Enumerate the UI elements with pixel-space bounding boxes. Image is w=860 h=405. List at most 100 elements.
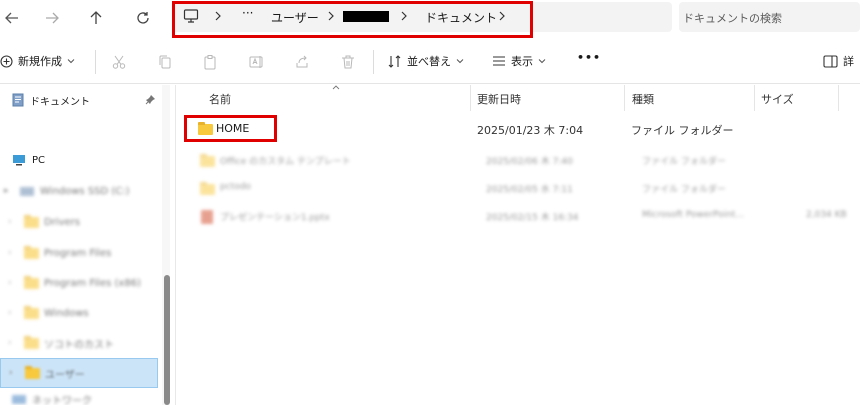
folder-icon — [24, 214, 39, 228]
sidebar-item-label: Program Files — [44, 247, 112, 259]
chevron-right-icon: › — [8, 338, 12, 348]
file-modified: 2025/01/23 木 7:04 — [477, 124, 584, 137]
delete-icon[interactable] — [338, 52, 358, 72]
file-explorer-window: ··· ユーザー ドキュメント ドキュメントの検索 新規作成 並べ替え 表示 •… — [0, 0, 860, 405]
sidebar-item-label: Windows SSD (C:) — [40, 185, 130, 197]
chevron-down-icon — [67, 59, 75, 64]
folder-icon — [24, 245, 39, 259]
sidebar-item-label: Program Files (x86) — [44, 277, 141, 289]
search-placeholder: ドキュメントの検索 — [683, 12, 782, 25]
view-label: 表示 — [511, 55, 533, 68]
sidebar-scroll-thumb[interactable] — [164, 275, 170, 405]
file-type: ファイル フォルダー — [631, 124, 734, 137]
chevron-right-icon: › — [8, 248, 12, 258]
sidebar-item-folder[interactable]: › Windows — [0, 301, 158, 325]
sidebar-item-drive[interactable]: ▸ Windows SSD (C:) — [0, 179, 158, 203]
forward-button[interactable] — [40, 6, 64, 30]
sidebar-item-label: ネットワーク — [32, 395, 92, 405]
folder-icon — [25, 365, 40, 379]
file-name: pctodo — [220, 182, 251, 192]
details-pane-button[interactable]: 詳 — [823, 53, 854, 69]
sidebar-item-network[interactable]: ネットワーク — [0, 392, 158, 405]
view-button[interactable]: 表示 — [492, 53, 546, 69]
chevron-right-icon: › — [8, 308, 12, 318]
sidebar-item-pc[interactable]: PC — [0, 148, 158, 172]
chevron-right-icon: › — [8, 217, 12, 227]
column-divider[interactable] — [838, 85, 839, 111]
more-label: ••• — [577, 51, 602, 64]
pane-divider[interactable] — [175, 85, 176, 405]
sidebar-item-folder[interactable]: › ソコトのカスト — [0, 331, 158, 355]
folder-icon — [200, 154, 215, 167]
pin-icon[interactable] — [145, 94, 156, 105]
home-highlight-box — [184, 115, 277, 142]
share-icon[interactable] — [292, 52, 312, 72]
file-type: ファイル フォルダー — [642, 157, 726, 167]
copy-icon[interactable] — [155, 52, 175, 72]
sidebar-item-folder[interactable]: › Program Files (x86) — [0, 271, 158, 295]
new-button[interactable]: 新規作成 — [0, 53, 75, 69]
refresh-icon — [137, 12, 149, 24]
file-modified: 2025/02/05 水 7:11 — [486, 185, 573, 195]
folder-icon — [24, 305, 39, 319]
address-highlight-box — [172, 1, 533, 38]
file-modified: 2025/02/06 木 7:40 — [486, 157, 573, 167]
details-pane-icon — [823, 54, 838, 68]
chevron-down-icon: ▸ — [4, 186, 9, 196]
back-button[interactable] — [0, 6, 24, 30]
view-list-icon — [493, 56, 505, 66]
more-options-button[interactable]: ••• — [577, 51, 601, 64]
refresh-button[interactable] — [131, 6, 155, 30]
network-icon — [12, 394, 26, 404]
chevron-down-icon — [456, 59, 464, 64]
folder-icon — [24, 335, 39, 349]
sidebar-item-label: PC — [32, 154, 46, 166]
column-header-name[interactable]: 名前 — [209, 91, 231, 107]
sort-label: 並べ替え — [407, 55, 451, 68]
sort-ascending-icon — [332, 85, 340, 90]
folder-icon — [24, 275, 39, 289]
sort-button[interactable]: 並べ替え — [388, 53, 464, 69]
file-modified: 2025/02/15 木 16:34 — [486, 213, 579, 223]
new-label: 新規作成 — [18, 55, 62, 68]
toolbar-divider — [373, 50, 374, 74]
file-row[interactable]: pctodo 2025/02/05 水 7:11 ファイル フォルダー — [186, 176, 860, 202]
powerpoint-icon — [201, 210, 213, 224]
sidebar-item-users[interactable]: › ユーザー — [0, 358, 158, 388]
chevron-down-icon — [538, 59, 546, 64]
rename-icon[interactable] — [246, 52, 266, 72]
column-header-type[interactable]: 種類 — [632, 91, 654, 107]
sidebar-item-folder[interactable]: › Drivers — [0, 210, 158, 234]
folder-icon — [200, 182, 215, 195]
chevron-right-icon: › — [8, 278, 12, 288]
sidebar-item-label: Drivers — [44, 216, 80, 228]
file-row-home[interactable]: HOME 2025/01/23 木 7:04 ファイル フォルダー — [186, 116, 860, 142]
file-row[interactable]: プレゼンテーション1.pptx 2025/02/15 木 16:34 Micro… — [186, 204, 860, 230]
file-type: Microsoft PowerPoint... — [642, 210, 744, 220]
sidebar-item-label: ユーザー — [45, 369, 85, 381]
arrow-up-icon — [90, 11, 102, 24]
column-divider[interactable] — [470, 85, 471, 111]
file-name: プレゼンテーション1.pptx — [220, 213, 330, 223]
column-divider[interactable] — [754, 85, 755, 111]
sidebar-item-label: Windows — [44, 307, 89, 319]
up-button[interactable] — [84, 6, 108, 30]
address-row: ··· ユーザー ドキュメント ドキュメントの検索 — [0, 0, 860, 38]
file-name: Office のカスタム テンプレート — [220, 157, 351, 167]
file-size: 2,034 KB — [806, 210, 847, 220]
sidebar-item-folder[interactable]: › Program Files — [0, 241, 158, 265]
sidebar-item-label: ソコトのカスト — [44, 339, 114, 351]
pc-icon — [13, 155, 25, 166]
document-icon — [12, 93, 24, 107]
paste-icon[interactable] — [200, 52, 220, 72]
column-header-size[interactable]: サイズ — [761, 91, 794, 107]
sidebar-item-documents[interactable]: ドキュメント — [0, 88, 158, 112]
arrow-left-icon — [5, 12, 18, 24]
toolbar-divider — [95, 50, 96, 74]
column-divider[interactable] — [624, 85, 625, 111]
arrow-right-icon — [46, 12, 59, 24]
column-header-modified[interactable]: 更新日時 — [477, 91, 521, 107]
cut-icon[interactable] — [109, 52, 129, 72]
file-row[interactable]: Office のカスタム テンプレート 2025/02/06 木 7:40 ファ… — [186, 148, 860, 174]
command-bar: 新規作成 並べ替え 表示 ••• 詳 — [0, 40, 860, 84]
